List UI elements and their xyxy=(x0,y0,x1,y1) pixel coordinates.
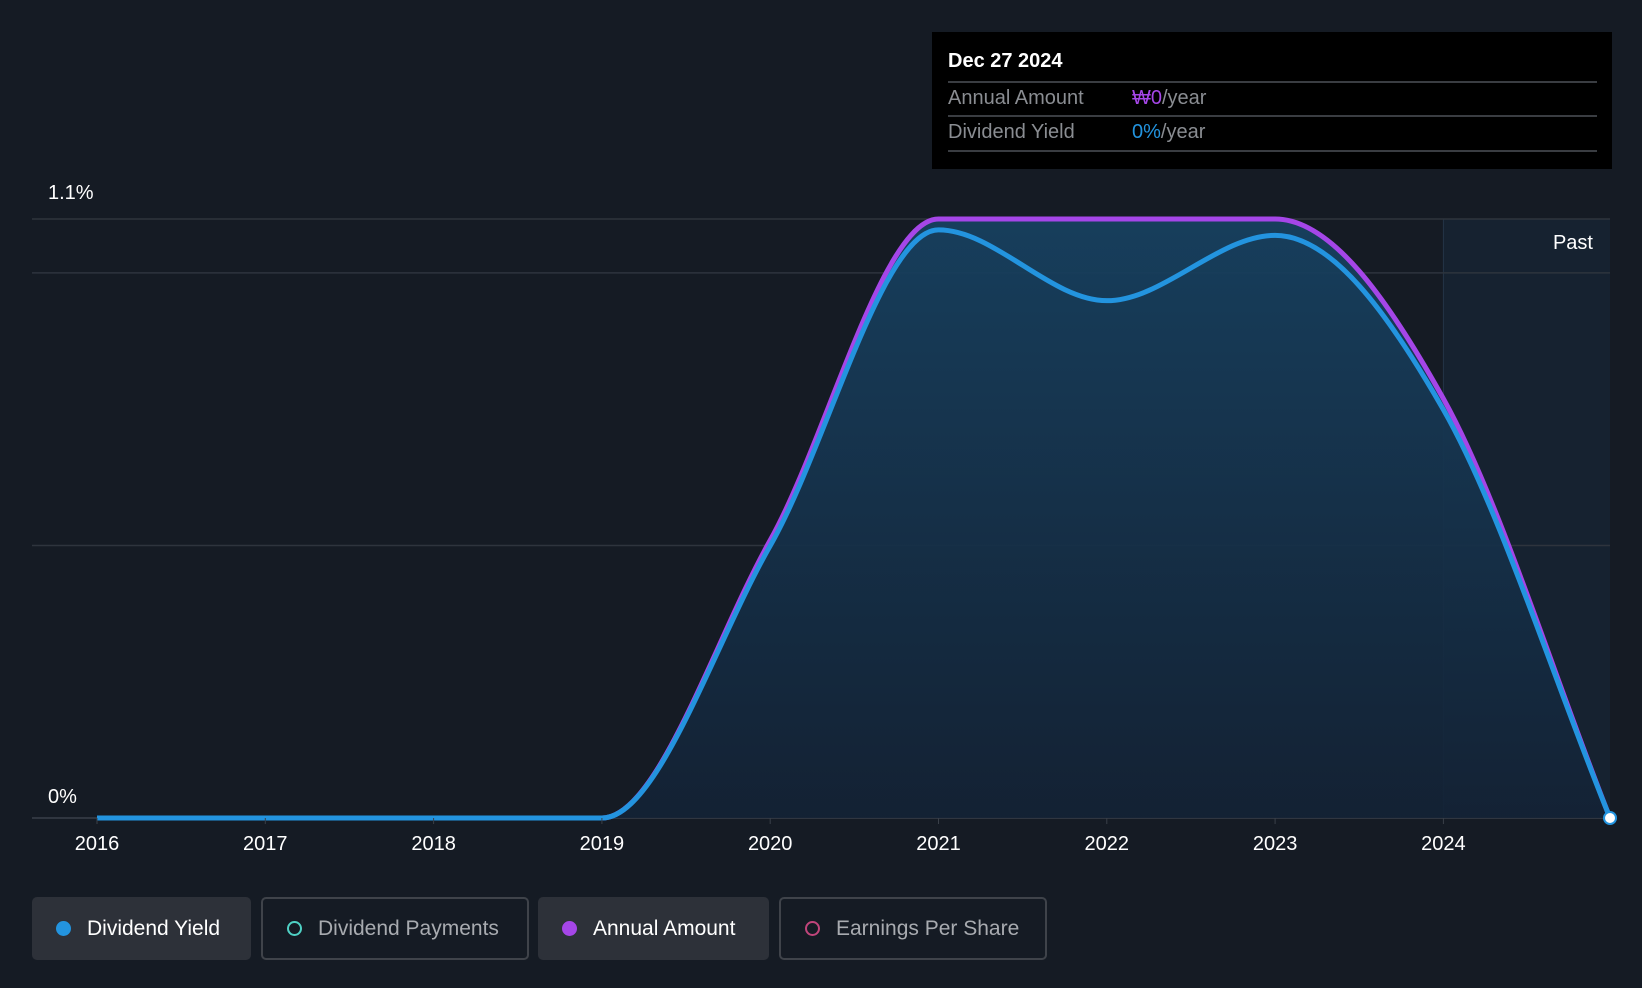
legend-label: Earnings Per Share xyxy=(836,916,1020,940)
legend-dividend-yield[interactable]: Dividend Yield xyxy=(32,897,251,960)
x-tick-label: 2019 xyxy=(580,833,625,855)
x-tick-label: 2023 xyxy=(1253,833,1298,855)
filled-dot-icon xyxy=(562,921,577,936)
tooltip-value: 0% xyxy=(1132,121,1161,143)
x-tick-label: 2022 xyxy=(1085,833,1130,855)
tooltip-label: Annual Amount xyxy=(948,87,1084,109)
tooltip-label: Dividend Yield xyxy=(948,121,1075,143)
tooltip-value-wrap: 0%/year xyxy=(1132,121,1205,144)
legend-earnings-per-share[interactable]: Earnings Per Share xyxy=(779,897,1047,960)
legend-label: Annual Amount xyxy=(593,916,736,940)
hollow-dot-icon xyxy=(287,921,302,936)
x-tick-label: 2017 xyxy=(243,833,288,855)
hover-point-marker xyxy=(1603,811,1618,825)
tooltip-row-annual-amount: Annual Amount ₩0/year xyxy=(948,81,1597,115)
x-tick-label: 2021 xyxy=(916,833,961,855)
y-tick-label: 0% xyxy=(48,786,77,808)
tooltip-suffix: /year xyxy=(1160,121,1206,143)
tooltip-divider xyxy=(948,150,1597,152)
legend-label: Dividend Payments xyxy=(318,916,499,940)
legend-label: Dividend Yield xyxy=(87,916,221,940)
legend-annual-amount[interactable]: Annual Amount xyxy=(538,897,769,960)
tooltip-value-wrap: ₩0/year xyxy=(1132,87,1206,110)
x-tick-label: 2024 xyxy=(1421,833,1466,855)
x-tick-label: 2018 xyxy=(411,833,456,855)
tooltip-suffix: /year xyxy=(1162,87,1207,109)
tooltip: Dec 27 2024 Annual Amount ₩0/year Divide… xyxy=(932,32,1612,169)
x-tick-label: 2016 xyxy=(75,833,120,855)
x-tick-label: 2020 xyxy=(748,833,793,855)
hollow-dot-icon xyxy=(805,921,820,936)
tooltip-row-dividend-yield: Dividend Yield 0%/year xyxy=(948,115,1597,149)
legend-dividend-payments[interactable]: Dividend Payments xyxy=(261,897,529,960)
tooltip-date: Dec 27 2024 xyxy=(948,50,1063,72)
past-label: Past xyxy=(1553,232,1593,254)
y-tick-label: 1.1% xyxy=(48,182,94,204)
filled-dot-icon xyxy=(56,921,71,936)
tooltip-value: ₩0 xyxy=(1132,87,1162,109)
dividend-yield-area xyxy=(97,219,1611,818)
